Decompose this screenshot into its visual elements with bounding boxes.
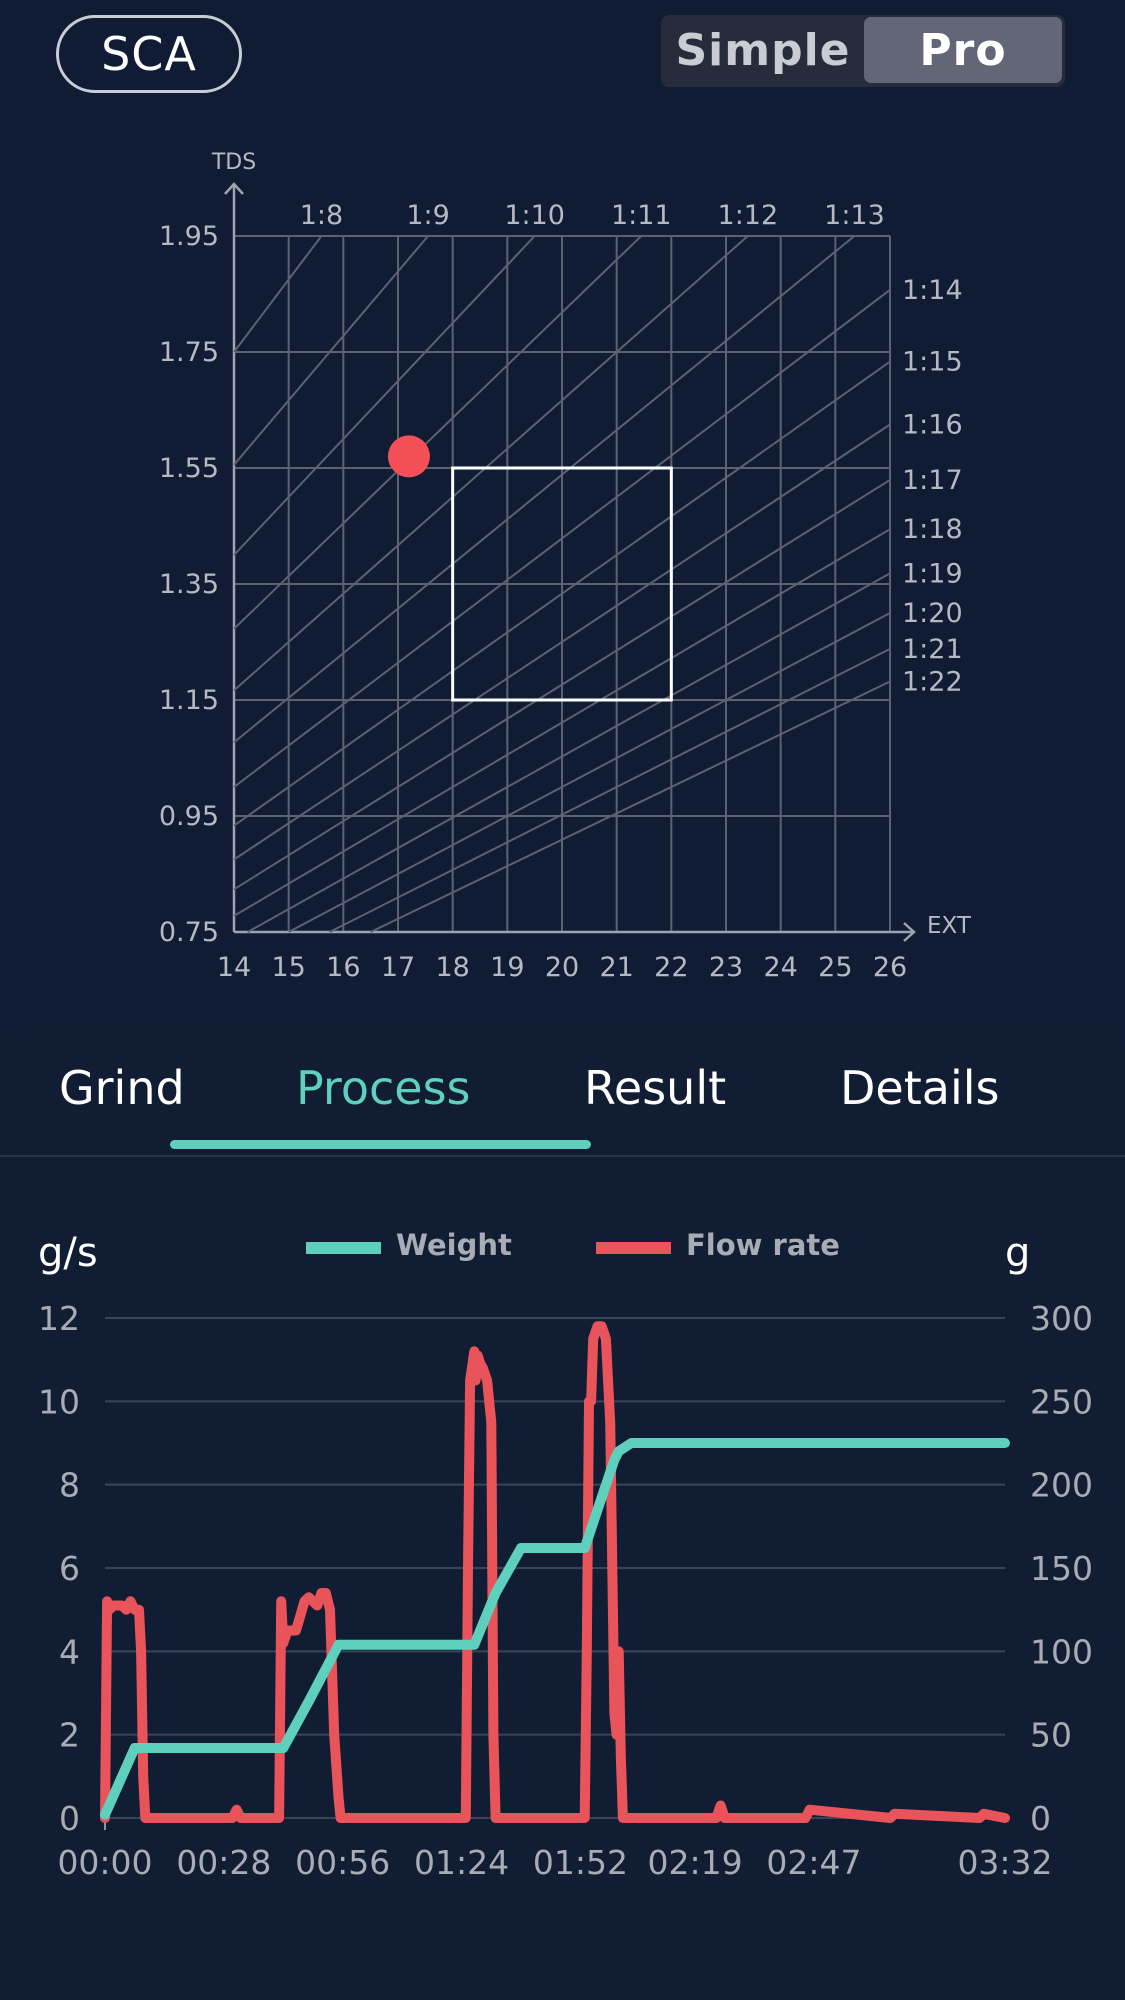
- brew-ratio-label: 1:13: [824, 200, 885, 231]
- right-tick-label: 200: [1030, 1466, 1093, 1505]
- brew-ratio-line: [329, 648, 891, 933]
- time-tick-label: 01:24: [414, 1843, 509, 1882]
- right-tick-label: 0: [1030, 1799, 1051, 1838]
- legend-weight-label: Weight: [396, 1228, 512, 1262]
- x-tick-label: 23: [709, 952, 743, 983]
- y-tick-label: 0.75: [159, 917, 219, 948]
- left-tick-label: 0: [59, 1799, 80, 1838]
- brew-control-chart: TDS EXT 14 15 16 17 18 19 20 21 22 23 24 25 26 1.95 1.…: [159, 150, 972, 983]
- left-axis-unit: g/s: [38, 1230, 98, 1276]
- time-tick-label: 02:19: [648, 1843, 743, 1882]
- left-tick-label: 2: [59, 1716, 80, 1755]
- weight-series-line: [100, 1438, 1010, 1820]
- brew-ratio-line: [233, 235, 642, 630]
- legend-flow-swatch: [596, 1242, 671, 1254]
- y-tick-label: 0.95: [159, 801, 219, 832]
- x-tick-label: 19: [490, 952, 524, 983]
- brew-process-chart: g/s g Weight Flow rate 12 10 8 6 4 2 0 300 250 20…: [38, 1228, 1093, 1882]
- brew-ratio-label: 1:9: [406, 200, 449, 231]
- brew-ratio-line: [233, 235, 323, 353]
- bottom-panel: Grind Process Result Details g/s g Weigh…: [0, 1023, 1125, 2000]
- x-tick-label: 25: [818, 952, 852, 983]
- brew-ratio-label: 1:17: [902, 465, 963, 496]
- left-tick-label: 4: [59, 1632, 80, 1671]
- right-tick-label: 150: [1030, 1549, 1093, 1588]
- x-tick-label: 22: [654, 952, 688, 983]
- top-panel: SCA Simple Pro TDS EXT 14 15 16 17 18 19 20 21 2…: [0, 0, 1125, 1010]
- brew-ratio-label: 1:11: [611, 200, 672, 231]
- right-tick-label: 300: [1030, 1299, 1093, 1338]
- x-tick-label: 21: [599, 952, 633, 983]
- brew-ratio-label: 1:18: [902, 514, 963, 545]
- time-tick-label: 00:00: [57, 1843, 152, 1882]
- brew-ratio-line: [233, 235, 856, 744]
- x-tick-label: 20: [545, 952, 579, 983]
- brew-ratio-label: 1:12: [718, 200, 779, 231]
- y-tick-label: 1.75: [159, 337, 219, 368]
- x-tick-label: 18: [435, 952, 469, 983]
- brew-ratio-label: 1:14: [902, 275, 963, 306]
- tds-axis-label: TDS: [211, 150, 256, 175]
- brew-ratio-label: 1:19: [902, 558, 963, 589]
- legend-weight-swatch: [306, 1242, 381, 1254]
- y-tick-label: 1.35: [159, 569, 219, 600]
- brew-ratio-label: 1:10: [504, 200, 565, 231]
- brew-ratio-line: [288, 612, 891, 933]
- left-tick-label: 12: [38, 1299, 80, 1338]
- brew-ratio-label: 1:16: [902, 410, 963, 441]
- left-tick-label: 8: [59, 1466, 80, 1505]
- legend-flow-label: Flow rate: [686, 1228, 840, 1262]
- brew-ratio-line: [233, 235, 536, 556]
- x-tick-label: 15: [271, 952, 305, 983]
- time-tick-label: 00:56: [295, 1843, 390, 1882]
- x-tick-label: 26: [873, 952, 907, 983]
- brew-ratio-label: 1:8: [300, 200, 343, 231]
- time-tick-label: 01:52: [533, 1843, 628, 1882]
- y-tick-label: 1.55: [159, 453, 219, 484]
- left-tick-label: 10: [38, 1382, 80, 1421]
- y-tick-label: 1.15: [159, 685, 219, 716]
- brew-result-point: [387, 435, 430, 478]
- brew-ratio-label: 1:22: [902, 667, 963, 698]
- left-tick-label: 6: [59, 1549, 80, 1588]
- right-tick-label: 250: [1030, 1382, 1093, 1421]
- right-tick-label: 100: [1030, 1632, 1093, 1671]
- time-tick-label: 00:28: [176, 1843, 271, 1882]
- time-tick-label: 02:47: [766, 1843, 861, 1882]
- x-tick-label: 17: [381, 952, 415, 983]
- x-tick-label: 24: [763, 952, 797, 983]
- y-tick-label: 1.95: [159, 221, 219, 252]
- right-axis-unit: g: [1005, 1230, 1030, 1276]
- x-tick-label: 14: [217, 952, 251, 983]
- brew-ratio-label: 1:20: [902, 598, 963, 629]
- ext-axis-label: EXT: [927, 913, 972, 939]
- brew-ratio-label: 1:21: [902, 634, 963, 665]
- time-tick-label: 03:32: [957, 1843, 1052, 1882]
- right-tick-label: 50: [1030, 1716, 1072, 1755]
- brew-ratio-label: 1:15: [902, 347, 963, 378]
- x-tick-label: 16: [326, 952, 360, 983]
